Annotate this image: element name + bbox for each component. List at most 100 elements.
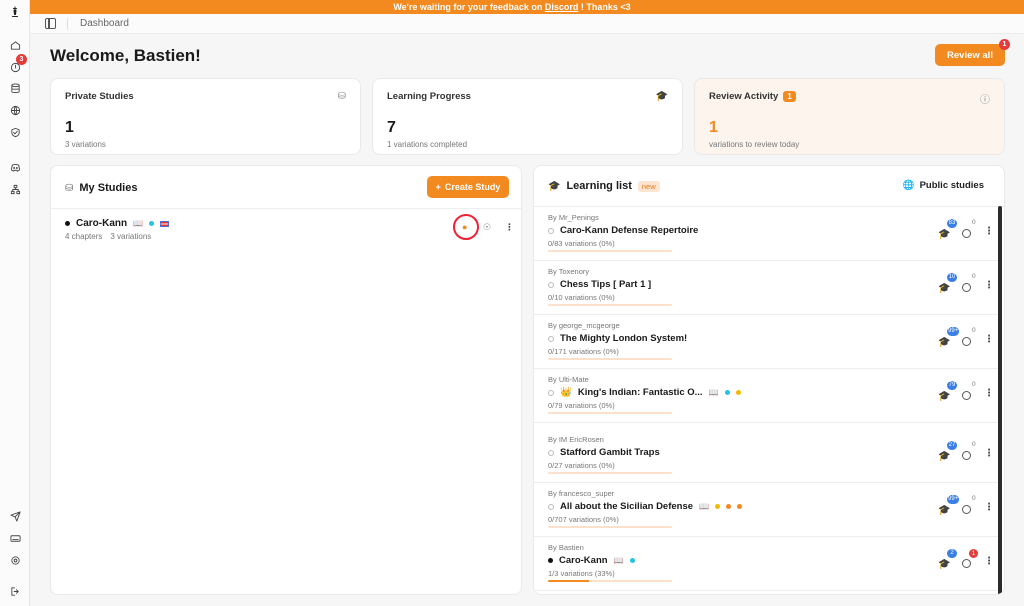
review-info-icon[interactable] xyxy=(962,391,971,400)
chapters-count: 4 chapters xyxy=(65,232,103,241)
review-info-icon[interactable] xyxy=(962,337,971,346)
item-progress-bar xyxy=(548,580,672,582)
item-progress-text: 0/79 variations (0%) xyxy=(548,401,615,410)
shield-check-icon[interactable] xyxy=(8,125,22,139)
study-name[interactable]: Caro-Kann 📖 xyxy=(65,218,170,229)
banner-text-post: ! Thanks <3 xyxy=(578,2,631,12)
explore-globe-icon[interactable] xyxy=(8,103,22,117)
learn-count-badge: 79 xyxy=(947,381,957,390)
item-title[interactable]: Caro-Kann 📖 xyxy=(548,555,635,566)
learn-cap-icon[interactable]: 🎓 xyxy=(938,451,950,462)
item-author: By Mr_Penings xyxy=(548,213,599,222)
keyboard-icon[interactable] xyxy=(8,531,22,545)
item-author: By Ulti-Mate xyxy=(548,375,589,384)
home-icon[interactable] xyxy=(8,38,22,52)
review-info-icon[interactable] xyxy=(962,283,971,292)
list-item[interactable]: By IM EricRosen Stafford Gambit Traps 0/27… xyxy=(534,429,999,483)
review-info-icon: ⓘ xyxy=(980,95,990,106)
item-title[interactable]: All about the Sicilian Defense 📖 xyxy=(548,501,742,512)
more-options-icon[interactable]: ⋮ xyxy=(984,226,994,237)
sitemap-icon[interactable] xyxy=(8,182,22,196)
review-count: 0 xyxy=(972,219,976,226)
review-activity-badge: 1 xyxy=(783,91,796,102)
learn-count-badge: 83 xyxy=(947,219,957,228)
more-options-icon[interactable]: ⋮ xyxy=(984,556,994,567)
list-item[interactable]: By Toxenory Chess Tips [ Part 1 ] 0/10 var… xyxy=(534,261,999,315)
discord-link[interactable]: Discord xyxy=(545,2,579,12)
list-item[interactable]: By Ulti-Mate 👑 King's Indian: Fantastic O.… xyxy=(534,369,999,423)
item-author: By Toxenory xyxy=(548,267,590,276)
review-info-icon[interactable] xyxy=(962,559,971,568)
item-title[interactable]: Chess Tips [ Part 1 ] xyxy=(548,279,651,290)
review-notification-badge: 3 xyxy=(16,54,27,65)
private-studies-card: Private Studies ⛁ 1 3 variations xyxy=(50,78,361,155)
item-author: By francesco_super xyxy=(548,489,615,498)
review-count: 0 xyxy=(972,327,976,334)
learn-cap-icon[interactable]: 🎓 xyxy=(938,337,950,348)
item-title[interactable]: Stafford Gambit Traps xyxy=(548,447,660,458)
item-progress-bar xyxy=(548,472,672,474)
review-info-icon[interactable] xyxy=(962,451,971,460)
private-studies-value: 1 xyxy=(65,119,74,136)
item-title[interactable]: 👑 King's Indian: Fantastic O... 📖 xyxy=(548,387,741,398)
send-icon[interactable] xyxy=(8,509,22,523)
item-progress-bar xyxy=(548,304,672,306)
more-options-icon[interactable]: ⋮ xyxy=(984,388,994,399)
settings-gear-icon[interactable] xyxy=(8,553,22,567)
item-title[interactable]: Caro-Kann Defense Repertoire xyxy=(548,225,698,236)
create-study-button[interactable]: + Create Study xyxy=(427,176,509,198)
review-info-icon[interactable] xyxy=(962,229,971,238)
more-options-icon[interactable]: ⋮ xyxy=(505,222,514,233)
learning-list-title: 🎓 Learning list new xyxy=(548,180,660,192)
item-title[interactable]: The Mighty London System! xyxy=(548,333,687,344)
review-activity-value: 1 xyxy=(709,119,718,136)
book-icon: 📖 xyxy=(613,556,624,565)
discord-icon[interactable] xyxy=(8,160,22,174)
review-info-icon[interactable] xyxy=(962,505,971,514)
item-progress-text: 0/10 variations (0%) xyxy=(548,293,615,302)
breadcrumb[interactable]: Dashboard xyxy=(80,18,129,29)
learn-cap-icon[interactable]: 🎓 xyxy=(938,505,950,516)
book-icon: 📖 xyxy=(699,502,709,511)
tag-dot-icon xyxy=(629,558,635,563)
list-item[interactable]: By francesco_super All about the Sicilian… xyxy=(534,483,999,537)
more-options-icon[interactable]: ⋮ xyxy=(984,448,994,459)
color-dot-black-icon xyxy=(65,221,70,226)
list-item[interactable]: By Mr_Penings Caro-Kann Defense Repertoir… xyxy=(534,207,999,261)
more-options-icon[interactable]: ⋮ xyxy=(984,502,994,513)
scrollbar[interactable] xyxy=(998,206,1002,594)
learning-progress-title: Learning Progress xyxy=(387,91,471,102)
book-icon: 📖 xyxy=(133,219,144,228)
logout-icon[interactable] xyxy=(8,584,22,598)
learn-cap-icon[interactable]: 🎓 xyxy=(938,229,950,240)
page-title: Welcome, Bastien! xyxy=(50,46,201,65)
learn-cap-icon[interactable]: 🎓 xyxy=(938,559,950,570)
learn-cap-icon[interactable]: 🎓 xyxy=(938,391,950,402)
item-title-label: Chess Tips [ Part 1 ] xyxy=(560,279,652,290)
learning-cap-icon[interactable]: ● xyxy=(462,222,467,232)
review-activity-title: Review Activity 1 xyxy=(709,91,796,102)
logo-bishop-icon[interactable] xyxy=(8,5,22,19)
item-progress-bar xyxy=(548,358,672,360)
list-item[interactable]: By george_mcgeorge The Mighty London Syst… xyxy=(534,315,999,369)
globe-icon[interactable]: ☉ xyxy=(483,222,491,233)
toggle-sidebar-icon[interactable] xyxy=(45,18,56,29)
item-progress-text: 0/707 variations (0%) xyxy=(548,515,619,524)
review-count: 0 xyxy=(972,381,976,388)
list-item[interactable]: By Bastien Caro-Kann 📖 1/3 variations (33%)… xyxy=(534,537,999,591)
learn-cap-icon[interactable]: 🎓 xyxy=(938,283,950,294)
item-progress-bar xyxy=(548,526,672,528)
review-all-button[interactable]: Review all 1 xyxy=(935,39,1010,66)
new-tag: new xyxy=(637,180,660,192)
item-progress-text: 0/171 variations (0%) xyxy=(548,347,619,356)
status-ring-icon xyxy=(548,335,554,342)
database-icon[interactable] xyxy=(8,81,22,95)
graduation-cap-icon: 🎓 xyxy=(548,180,561,192)
item-author: By Bastien xyxy=(548,543,584,552)
public-studies-link[interactable]: 🌐 Public studies xyxy=(903,180,984,191)
more-options-icon[interactable]: ⋮ xyxy=(984,334,994,345)
item-progress-text: 1/3 variations (33%) xyxy=(548,569,615,578)
learn-count-badge: 10 xyxy=(947,273,957,282)
database-icon: ⛁ xyxy=(65,182,74,194)
more-options-icon[interactable]: ⋮ xyxy=(984,280,994,291)
